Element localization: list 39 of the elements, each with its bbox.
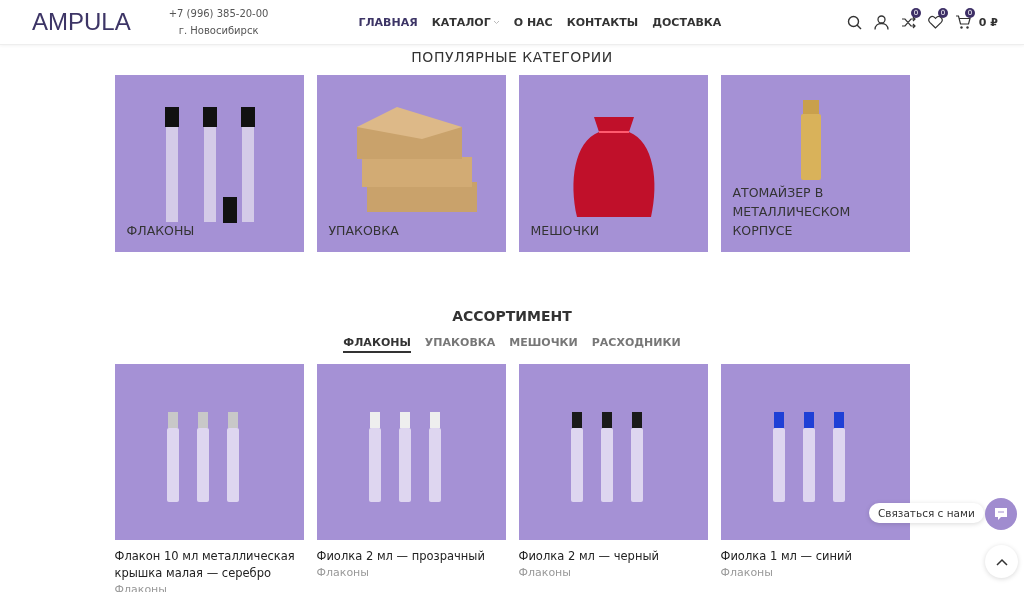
nav-link[interactable]: КОНТАКТЫ (566, 15, 639, 29)
cart-total[interactable]: 0 ₽ (978, 15, 998, 29)
phone-number: +7 (996) 385-20-00 (168, 8, 269, 19)
chevron-up-icon (995, 557, 1008, 566)
category-tab[interactable]: УПАКОВКА (424, 336, 496, 353)
cart-icon[interactable] (954, 14, 971, 30)
category-tab[interactable]: РАСХОДНИКИ (591, 336, 681, 353)
category-card[interactable]: ФЛАКОНЫ (114, 75, 304, 252)
scroll-top-button[interactable] (985, 545, 1018, 578)
category-label: УПАКОВКА (328, 222, 399, 240)
category-label: АТОМАЙЗЕР В МЕТАЛЛИЧЕСКОМ КОРПУСЕ (732, 184, 852, 240)
product-name[interactable]: Фиолка 2 мл — прозрачный (316, 548, 506, 565)
nav-link[interactable]: О НАС (513, 15, 553, 29)
product-image[interactable] (316, 364, 506, 540)
section-title: ПОПУЛЯРНЫЕ КАТЕГОРИИ (411, 49, 613, 65)
category-label: МЕШОЧКИ (530, 222, 600, 240)
product-image[interactable] (518, 364, 708, 540)
logo[interactable]: AMPULA (32, 7, 131, 37)
heart-icon[interactable] (927, 15, 943, 29)
category-tab[interactable]: МЕШОЧКИ (509, 336, 578, 353)
nav-link[interactable]: ДОСТАВКА (652, 15, 722, 29)
contact-label[interactable]: Связаться с нами (869, 503, 984, 523)
nav-link[interactable]: КАТАЛОГ (431, 15, 500, 29)
nav-link[interactable]: ГЛАВНАЯ (358, 15, 418, 29)
user-icon[interactable] (873, 14, 889, 30)
section-title: АССОРТИМЕНТ (452, 308, 572, 324)
category-card[interactable]: МЕШОЧКИ (518, 75, 708, 252)
category-tab[interactable]: ФЛАКОНЫ (343, 336, 411, 353)
product-name[interactable]: Фиолка 1 мл — синий (720, 548, 910, 565)
product-name[interactable]: Фиолка 2 мл — черный (518, 548, 708, 565)
product-image[interactable] (114, 364, 304, 540)
category-card[interactable]: АТОМАЙЗЕР В МЕТАЛЛИЧЕСКОМ КОРПУСЕ (720, 75, 910, 252)
product-name[interactable]: Флакон 10 мл металлическая крышка малая — серебро (114, 548, 304, 582)
search-icon[interactable] (846, 14, 862, 30)
category-label: ФЛАКОНЫ (126, 222, 195, 240)
chat-icon (994, 507, 1008, 521)
chat-button[interactable] (985, 498, 1017, 530)
category-card[interactable]: УПАКОВКА (316, 75, 506, 252)
city-label: г. Новосибирск (178, 25, 259, 36)
